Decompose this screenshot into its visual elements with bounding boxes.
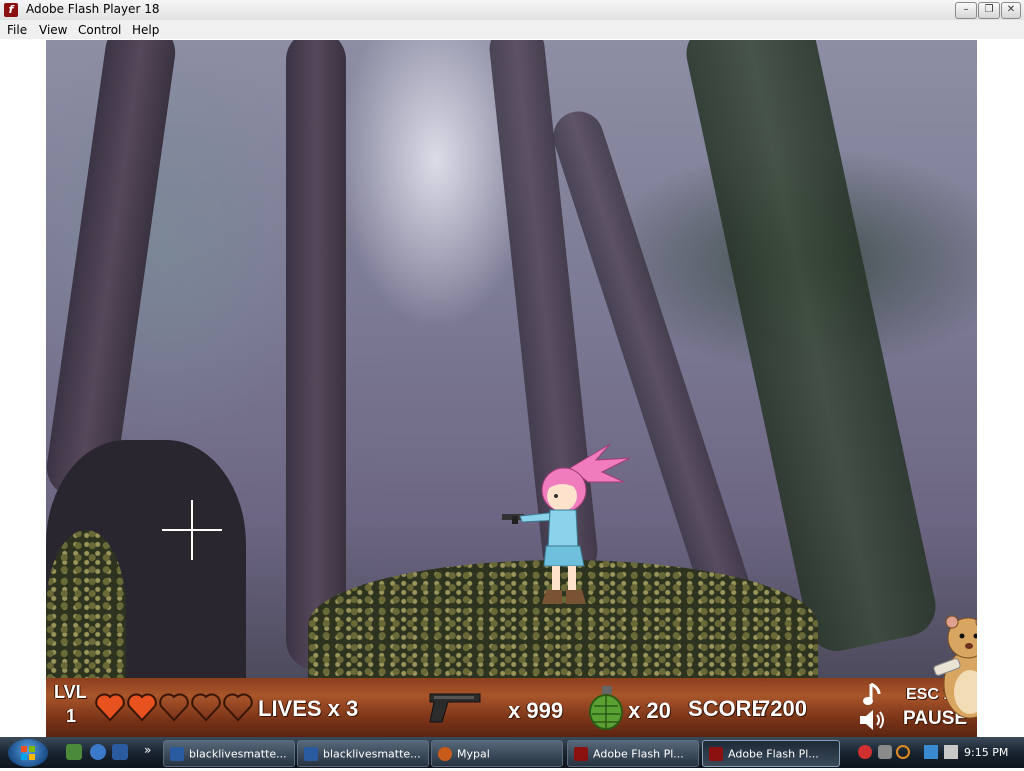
level-label: LVL [54,682,87,702]
heart-icon [95,693,125,722]
window-icon [170,747,184,761]
tree-trunk [286,40,346,670]
volume-icon[interactable] [944,745,958,759]
flash-app-icon: f [4,3,18,17]
security-icon[interactable] [858,745,872,759]
taskbar: » blacklivesmatte... blacklivesmatte... … [0,737,1024,768]
taskbar-button[interactable]: Mypal [431,740,563,767]
level-value: 1 [66,706,77,726]
grenade-icon [589,686,623,730]
pistol-icon [429,693,481,723]
music-note-icon[interactable] [861,682,883,706]
heart-icon [159,693,189,722]
sound-speaker-icon[interactable] [858,708,886,732]
menu-control[interactable]: Control [78,23,121,37]
quicklaunch-icon[interactable] [66,744,82,760]
tray-icon[interactable] [878,745,892,759]
flash-icon [574,747,588,761]
minimize-button[interactable]: – [955,2,977,19]
maximize-button[interactable]: ❐ [978,2,1000,19]
window-title-bar[interactable]: f Adobe Flash Player 18 – ❐ ✕ [0,0,1024,21]
quicklaunch-chevron[interactable]: » [144,743,151,757]
taskbar-button-active[interactable]: Adobe Flash Pl... [702,740,840,767]
close-button[interactable]: ✕ [1001,2,1021,19]
menu-file[interactable]: File [7,23,27,37]
quicklaunch-ie-icon[interactable] [90,744,106,760]
start-button[interactable] [8,739,48,767]
lives-counter: LIVES x 3 [258,696,359,721]
crosshair-cursor [162,500,222,560]
quicklaunch-desktop-icon[interactable] [112,744,128,760]
menu-bar: File View Control Help [0,20,1024,39]
taskbar-button[interactable]: blacklivesmatte... [297,740,429,767]
heart-icon [127,693,157,722]
game-stage[interactable]: LVL 1 LIVES x 3 x 999 x 20 SCORE 7200 ES… [46,40,977,737]
score-label: SCORE [688,696,767,721]
hamster-mascot [933,615,977,719]
window-icon [304,747,318,761]
search-icon[interactable] [896,745,910,759]
hud-bar: LVL 1 LIVES x 3 x 999 x 20 SCORE 7200 ES… [46,678,977,737]
ammo-counter: x 999 [508,698,564,723]
player-character[interactable] [492,438,632,610]
taskbar-button[interactable]: blacklivesmatte... [163,740,295,767]
taskbar-button[interactable]: Adobe Flash Pl... [567,740,699,767]
grenade-counter: x 20 [628,698,671,723]
mypal-icon [438,747,452,761]
score-value: 7200 [758,696,807,721]
windows-logo-icon [21,746,35,760]
bush-left [46,530,126,690]
heart-icon [191,693,221,722]
clock[interactable]: 9:15 PM [964,746,1008,759]
menu-view[interactable]: View [39,23,67,37]
heart-icon [223,693,253,722]
flash-icon [709,747,723,761]
tree-trunk [46,40,180,503]
window-title: Adobe Flash Player 18 [26,2,160,16]
network-icon[interactable] [924,745,938,759]
menu-help[interactable]: Help [132,23,159,37]
